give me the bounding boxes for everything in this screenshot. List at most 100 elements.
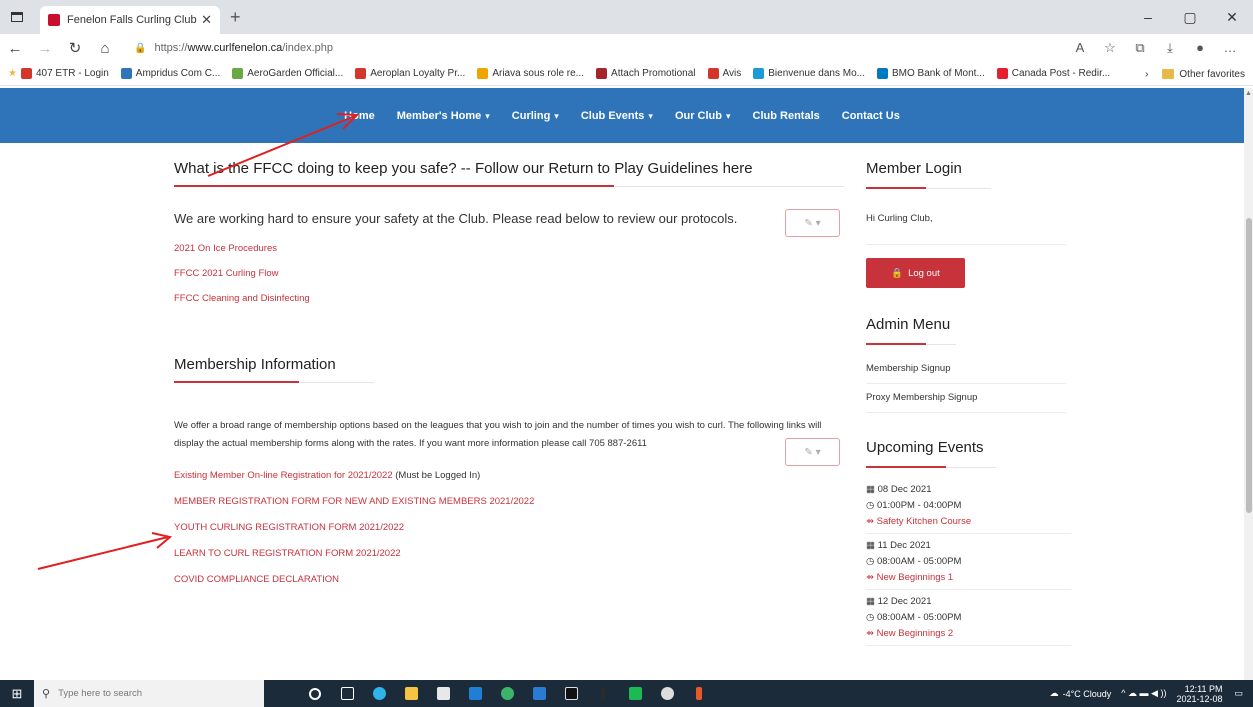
tab-actions-icon[interactable] <box>0 0 34 34</box>
protocol-link[interactable]: 2021 On Ice Procedures <box>174 243 844 254</box>
taskbar-clock[interactable]: 12:11 PM 2021-12-08 <box>1176 684 1222 704</box>
bookmark-favicon-icon <box>753 68 765 79</box>
heading-underline <box>866 466 1076 468</box>
downloads-icon[interactable]: ⤓ <box>1155 40 1185 56</box>
edit-dropdown-button[interactable]: ✎ ▾ <box>785 209 840 237</box>
bookmark-favicon-icon <box>355 68 367 79</box>
registration-form-link[interactable]: MEMBER REGISTRATION FORM FOR NEW AND EXI… <box>174 489 844 515</box>
url-prefix: https:// <box>154 42 188 54</box>
bookmark-item[interactable]: Ariava sous role re... <box>477 68 584 79</box>
calendar-icon: ▦ <box>866 596 878 607</box>
nav-item-contact-us[interactable]: Contact Us <box>842 110 900 122</box>
stickynote-icon[interactable] <box>590 680 616 707</box>
weather-text[interactable]: -4°C Cloudy <box>1063 689 1112 699</box>
bookmark-item[interactable]: Aeroplan Loyalty Pr... <box>355 68 465 79</box>
admin-menu-link[interactable]: Membership Signup <box>866 355 1066 384</box>
forward-icon[interactable]: → <box>30 40 60 57</box>
protocol-link[interactable]: FFCC Cleaning and Disinfecting <box>174 293 844 304</box>
cortana-icon[interactable] <box>302 680 328 707</box>
bookmark-favicon-icon <box>876 68 888 79</box>
bookmarks-more-icon[interactable]: › <box>1145 69 1148 80</box>
chrome-icon[interactable] <box>494 680 520 707</box>
url-field[interactable]: 🔒 https://www.curlfenelon.ca/index.php <box>134 37 1065 59</box>
settings-icon[interactable] <box>654 680 680 707</box>
office-icon[interactable] <box>686 680 712 707</box>
nav-item-member-s-home[interactable]: Member's Home ▾ <box>397 110 490 122</box>
start-windows-icon[interactable]: ⊞ <box>0 680 34 707</box>
edit-dropdown-button[interactable]: ✎ ▾ <box>785 438 840 466</box>
tab-close-icon[interactable]: ✕ <box>201 12 212 28</box>
bookmark-item[interactable]: Canada Post - Redir... <box>996 68 1110 79</box>
tray-icons[interactable]: ^ ☁ ▬ ◀ )) <box>1121 688 1166 699</box>
notifications-icon[interactable]: ▭ <box>1234 688 1243 699</box>
refresh-icon[interactable]: ↻ <box>60 39 90 57</box>
collections-icon[interactable]: ⧉ <box>1125 40 1155 56</box>
back-icon[interactable]: ← <box>0 40 30 57</box>
bookmark-item[interactable]: Ampridus Com C... <box>120 68 220 79</box>
profile-icon[interactable]: ● <box>1185 40 1215 56</box>
terminal-icon[interactable] <box>558 680 584 707</box>
bookmark-item[interactable]: Attach Promotional <box>596 68 696 79</box>
member-login-title: Member Login <box>866 160 962 177</box>
bookmark-item[interactable]: 407 ETR - Login <box>20 68 109 79</box>
home-icon[interactable]: ⌂ <box>90 40 120 57</box>
event-link[interactable]: ⇴ New Beginnings 1 <box>866 570 1071 586</box>
link-icon: ⇴ <box>866 628 877 639</box>
edge-icon[interactable] <box>366 680 392 707</box>
url-path: /index.php <box>282 42 334 54</box>
favorites-star-icon: ★ <box>8 68 17 79</box>
bookmark-favicon-icon <box>232 68 244 79</box>
taskbar-search-box[interactable]: ⚲ Type here to search <box>34 680 264 707</box>
page-scrollbar[interactable]: ▲ <box>1244 88 1253 688</box>
bookmark-item[interactable]: Bienvenue dans Mo... <box>753 68 865 79</box>
bookmark-item[interactable]: Avis <box>707 68 741 79</box>
chevron-down-icon: ▾ <box>726 110 731 121</box>
registration-form-link[interactable]: LEARN TO CURL REGISTRATION FORM 2021/202… <box>174 541 844 567</box>
admin-menu-link[interactable]: Proxy Membership Signup <box>866 384 1066 413</box>
nav-item-club-events[interactable]: Club Events ▾ <box>581 110 653 122</box>
logout-button[interactable]: 🔒 Log out <box>866 258 965 288</box>
windows-taskbar: ⊞ ⚲ Type here to search ☁ -4°C Cloudy ^ … <box>0 680 1253 707</box>
favorite-star-icon[interactable]: ☆ <box>1095 40 1125 56</box>
scroll-up-icon[interactable]: ▲ <box>1245 90 1252 97</box>
bookmark-item[interactable]: AeroGarden Official... <box>232 68 343 79</box>
nav-item-curling[interactable]: Curling ▾ <box>512 110 559 122</box>
scrollbar-thumb[interactable] <box>1246 218 1252 513</box>
registration-form-link[interactable]: YOUTH CURLING REGISTRATION FORM 2021/202… <box>174 515 844 541</box>
event-link[interactable]: ⇴ Safety Kitchen Course <box>866 514 1071 530</box>
bookmark-item[interactable]: BMO Bank of Mont... <box>876 68 985 79</box>
window-close-button[interactable]: ✕ <box>1211 0 1253 34</box>
nav-item-club-rentals[interactable]: Club Rentals <box>753 110 820 122</box>
protocol-link[interactable]: FFCC 2021 Curling Flow <box>174 268 844 279</box>
store-icon[interactable] <box>430 680 456 707</box>
file-explorer-icon[interactable] <box>398 680 424 707</box>
nav-item-home[interactable]: Home <box>344 110 375 122</box>
spotify-icon[interactable] <box>622 680 648 707</box>
read-aloud-icon[interactable]: A <box>1065 40 1095 56</box>
browser-tab-strip: Fenelon Falls Curling Club - Hom ✕ + – ▢… <box>0 0 1253 34</box>
bookmark-favicon-icon <box>477 68 489 79</box>
more-menu-icon[interactable]: … <box>1215 40 1245 56</box>
clock-icon: ◷ <box>866 556 877 567</box>
window-minimize-button[interactable]: – <box>1127 0 1169 34</box>
task-view-icon[interactable] <box>334 680 360 707</box>
browser-tab[interactable]: Fenelon Falls Curling Club - Hom ✕ <box>40 6 220 34</box>
event-item: ▦ 12 Dec 2021 ◷ 08:00AM - 05:00PM ⇴ New Be… <box>866 590 1071 646</box>
folder-icon <box>1162 69 1175 79</box>
existing-member-registration-link[interactable]: Existing Member On-line Registration for… <box>174 470 393 481</box>
admin-menu-title: Admin Menu <box>866 316 951 333</box>
bookmark-favicon-icon <box>707 68 719 79</box>
photos-icon[interactable] <box>526 680 552 707</box>
mail-icon[interactable] <box>462 680 488 707</box>
upcoming-events-title: Upcoming Events <box>866 439 984 456</box>
other-favorites[interactable]: › Other favorites <box>1145 62 1245 85</box>
membership-description: We offer a broad range of membership opt… <box>174 420 822 449</box>
heading-underline <box>866 343 1076 345</box>
chevron-down-icon: ▾ <box>554 110 559 121</box>
window-maximize-button[interactable]: ▢ <box>1169 0 1211 34</box>
new-tab-button[interactable]: + <box>230 7 241 28</box>
clock-icon: ◷ <box>866 612 877 623</box>
nav-item-our-club[interactable]: Our Club ▾ <box>675 110 731 122</box>
event-link[interactable]: ⇴ New Beginnings 2 <box>866 626 1071 642</box>
registration-form-link[interactable]: COVID COMPLIANCE DECLARATION <box>174 567 844 593</box>
